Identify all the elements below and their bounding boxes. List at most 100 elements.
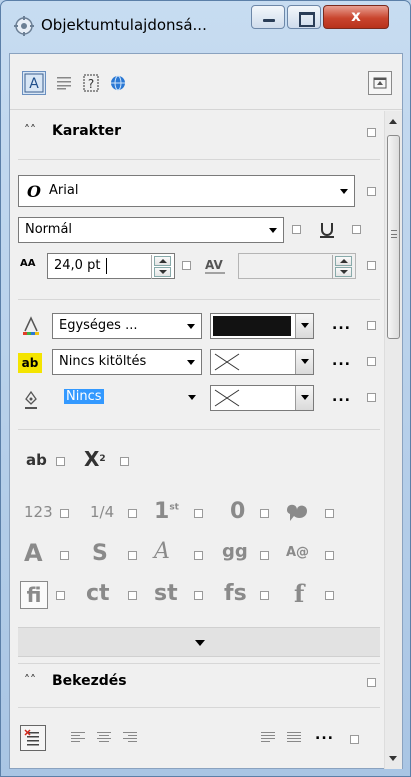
underline-checkbox[interactable] bbox=[352, 225, 361, 234]
slashed-zero-checkbox[interactable] bbox=[260, 509, 269, 518]
scroll-down-icon[interactable] bbox=[389, 756, 397, 761]
ligatures-button[interactable]: fi bbox=[20, 581, 48, 609]
close-button[interactable]: x bbox=[323, 5, 389, 29]
background-mode-combo[interactable]: Nincs kitöltés bbox=[52, 349, 202, 375]
contextual-alternates-button[interactable]: A@ bbox=[286, 545, 309, 560]
ordinal-button[interactable]: 1st bbox=[154, 499, 179, 524]
ornament-button[interactable] bbox=[284, 499, 310, 525]
background-checkbox[interactable] bbox=[367, 357, 376, 366]
superscript-button[interactable]: X2 bbox=[84, 447, 106, 471]
align-left-button[interactable] bbox=[70, 729, 86, 745]
outline-mode-combo[interactable]: Nincs bbox=[62, 385, 202, 411]
outline-more-button[interactable]: ... bbox=[332, 389, 351, 405]
font-size-value: 24,0 pt bbox=[54, 258, 101, 273]
stylistic-alternates-checkbox[interactable] bbox=[260, 551, 269, 560]
dock-button[interactable] bbox=[368, 71, 392, 95]
discretionary-ligatures-checkbox[interactable] bbox=[128, 591, 137, 600]
font-style-checkbox[interactable] bbox=[292, 225, 301, 234]
panel-client: A ? ˄˄ Karakter O Arial Normál AA 24,0 p… bbox=[9, 53, 403, 769]
capitals-button[interactable]: A bbox=[24, 539, 43, 567]
ornament-checkbox[interactable] bbox=[325, 509, 334, 518]
font-color-mode-combo[interactable]: Egységes ... bbox=[52, 313, 202, 339]
small-caps-checkbox[interactable] bbox=[128, 551, 137, 560]
ordinal-checkbox[interactable] bbox=[194, 509, 203, 518]
frame-tab-button[interactable]: ? bbox=[79, 71, 103, 95]
scroll-up-icon[interactable] bbox=[389, 119, 397, 124]
font-color-checkbox[interactable] bbox=[367, 321, 376, 330]
font-color-more-button[interactable]: ... bbox=[332, 317, 351, 333]
swash-checkbox[interactable] bbox=[194, 551, 203, 560]
align-center-button[interactable] bbox=[96, 729, 112, 745]
font-size-spinner[interactable]: 24,0 pt bbox=[47, 253, 175, 279]
font-size-spin-buttons[interactable] bbox=[151, 255, 173, 279]
character-tab-button[interactable]: A bbox=[22, 71, 46, 95]
align-right-button[interactable] bbox=[122, 729, 138, 745]
character-spacing-spinner[interactable] bbox=[238, 253, 356, 279]
swash-button[interactable]: A bbox=[154, 539, 170, 564]
divider bbox=[18, 159, 380, 160]
fraction-button[interactable]: 1/4 bbox=[90, 503, 114, 521]
background-more-button[interactable]: ... bbox=[332, 353, 351, 369]
minimize-button[interactable] bbox=[251, 5, 285, 29]
spin-up-button[interactable] bbox=[154, 256, 171, 266]
justify-button[interactable] bbox=[260, 729, 276, 745]
highlight-color-icon: ab bbox=[18, 353, 42, 373]
contextual-alternates-checkbox[interactable] bbox=[325, 551, 334, 560]
spacing-spin-buttons[interactable] bbox=[332, 255, 354, 279]
font-color-combo[interactable] bbox=[210, 313, 314, 339]
long-s-button[interactable]: f bbox=[294, 579, 304, 608]
character-section-checkbox[interactable] bbox=[367, 128, 376, 137]
subscript-button[interactable]: ab bbox=[26, 451, 47, 469]
properties-scroll-area[interactable]: ˄˄ Karakter O Arial Normál AA 24,0 pt AV… bbox=[10, 111, 384, 769]
expand-more-bar[interactable] bbox=[18, 627, 380, 657]
slashed-zero-button[interactable]: 0 bbox=[230, 499, 245, 524]
historical-ligatures-button[interactable]: st bbox=[154, 581, 178, 606]
collapse-paragraph-icon[interactable]: ˄˄ bbox=[24, 673, 36, 687]
historical-ligatures-checkbox[interactable] bbox=[194, 591, 203, 600]
paragraph-more-button[interactable]: ... bbox=[315, 727, 334, 743]
paragraph-icon bbox=[57, 77, 71, 90]
superscript-checkbox[interactable] bbox=[120, 457, 129, 466]
spin-up-button[interactable] bbox=[335, 256, 352, 266]
character-section-title: Karakter bbox=[52, 123, 122, 139]
background-color-combo[interactable] bbox=[210, 349, 314, 375]
scroll-thumb[interactable] bbox=[387, 135, 400, 339]
ligatures-checkbox[interactable] bbox=[56, 591, 65, 600]
font-family-combo[interactable]: O Arial bbox=[18, 175, 355, 207]
chevron-down-icon bbox=[188, 395, 196, 400]
alignment-checkbox[interactable] bbox=[350, 735, 359, 744]
discretionary-ligatures-button[interactable]: ct bbox=[86, 581, 110, 606]
font-family-checkbox[interactable] bbox=[367, 187, 376, 196]
font-size-checkbox[interactable] bbox=[182, 261, 191, 270]
capitals-checkbox[interactable] bbox=[60, 551, 69, 560]
no-alignment-button[interactable] bbox=[20, 725, 46, 751]
collapse-character-icon[interactable]: ˄˄ bbox=[24, 123, 36, 137]
hyperlink-tab-button[interactable] bbox=[106, 71, 130, 95]
chevron-down-icon bbox=[269, 228, 277, 233]
subscript-checkbox[interactable] bbox=[56, 457, 65, 466]
historical-forms-checkbox[interactable] bbox=[260, 591, 269, 600]
vertical-scrollbar[interactable] bbox=[384, 111, 402, 769]
title-bar[interactable]: Objektumtulajdonsá... x bbox=[1, 1, 410, 53]
paragraph-section-checkbox[interactable] bbox=[367, 678, 376, 687]
underline-button[interactable] bbox=[316, 219, 338, 241]
spin-down-button[interactable] bbox=[154, 267, 171, 277]
spin-down-button[interactable] bbox=[335, 267, 352, 277]
character-spacing-checkbox[interactable] bbox=[367, 261, 376, 270]
small-caps-button[interactable]: S bbox=[92, 541, 108, 566]
fraction-checkbox[interactable] bbox=[128, 509, 137, 518]
numeral-style-button[interactable]: 123 bbox=[24, 503, 53, 521]
outline-checkbox[interactable] bbox=[367, 393, 376, 402]
subscript-icon: ab bbox=[26, 451, 47, 469]
historical-forms-button[interactable]: fs bbox=[224, 581, 247, 606]
justify-all-button[interactable] bbox=[286, 729, 302, 745]
window-title: Objektumtulajdonsá... bbox=[41, 16, 207, 34]
outline-color-combo[interactable] bbox=[210, 385, 314, 411]
paragraph-tab-button[interactable] bbox=[52, 71, 76, 95]
align-right-icon bbox=[123, 731, 137, 742]
numeral-style-checkbox[interactable] bbox=[60, 509, 69, 518]
maximize-button[interactable] bbox=[287, 5, 321, 29]
long-s-checkbox[interactable] bbox=[325, 591, 334, 600]
font-style-combo[interactable]: Normál bbox=[18, 217, 284, 243]
stylistic-alternates-button[interactable]: gg bbox=[222, 541, 248, 562]
